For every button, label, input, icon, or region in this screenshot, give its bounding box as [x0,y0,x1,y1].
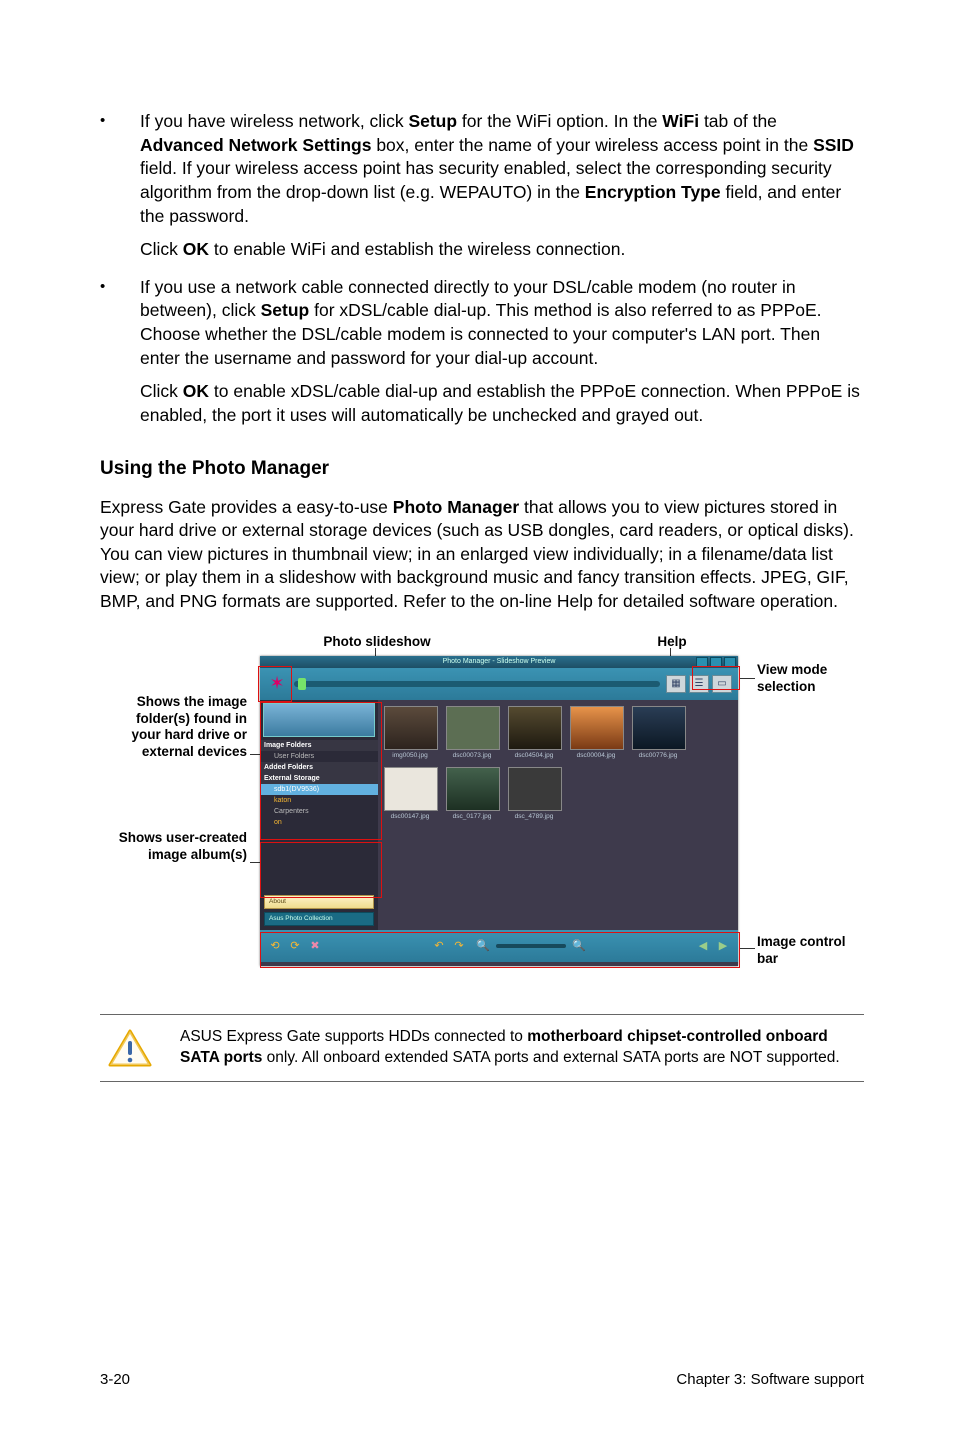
thumbnail-item[interactable]: dsc_0177.jpg [446,767,498,820]
view-list-icon[interactable]: ☰ [689,675,709,693]
pm-thumbnail-grid: img0050.jpg dsc00073.jpg dsc04504.jpg ds… [378,700,738,930]
callout-viewmode: View mode selection [757,662,847,696]
bullet-item: • If you have wireless network, click Se… [100,110,864,262]
delete-icon[interactable]: ✖ [308,939,322,953]
bullet-list: • If you have wireless network, click Se… [100,110,864,428]
sidebar-item[interactable]: sdb1(DV9536) [260,784,378,795]
section-heading: Using the Photo Manager [100,458,864,480]
sidebar-section-added-folders: Added Folders [260,762,378,773]
sidebar-item[interactable]: katon [260,795,378,806]
bullet-2-sub: Click OK to enable xDSL/cable dial-up an… [140,380,864,427]
thumbnail-item[interactable]: dsc00147.jpg [384,767,436,820]
section-body: Express Gate provides a easy-to-use Phot… [100,496,864,614]
page-footer: 3-20 Chapter 3: Software support [100,1371,864,1388]
view-thumbnail-icon[interactable]: ▦ [666,675,686,693]
close-icon[interactable] [724,657,736,667]
slideshow-slider[interactable] [294,681,660,687]
callout-albums: Shows user-created image album(s) [117,830,247,864]
photo-manager-figure: Photo slideshow Help View mode selection… [117,634,847,994]
sidebar-footer: About Asus Photo Collection [260,891,378,930]
footer-page-number: 3-20 [100,1371,130,1388]
thumbnail-item[interactable]: dsc_4789.jpg [508,767,560,820]
callout-slideshow: Photo slideshow [312,634,442,649]
view-single-icon[interactable]: ▭ [712,675,732,693]
sidebar-collection[interactable]: Asus Photo Collection [264,912,374,926]
thumbnail-item[interactable]: dsc00776.jpg [632,706,684,759]
thumbnail-item[interactable]: dsc00073.jpg [446,706,498,759]
sidebar-about[interactable]: About [264,895,374,909]
nav-prev-icon[interactable]: ↶ [432,939,446,953]
zoom-slider[interactable] [496,944,566,948]
callout-help: Help [647,634,697,649]
caution-icon [108,1029,152,1069]
next-page-icon[interactable]: ▶ [716,939,730,953]
rotate-right-icon[interactable]: ⟳ [288,939,302,953]
pm-sidebar: Image Folders User Folders Added Folders… [260,700,378,930]
callout-controlbar: Image control bar [757,934,847,968]
bullet-1-sub: Click OK to enable WiFi and establish th… [140,238,864,262]
thumbnail-item[interactable]: img0050.jpg [384,706,436,759]
caution-text: ASUS Express Gate supports HDDs connecte… [180,1027,864,1069]
sidebar-item[interactable]: on [260,817,378,828]
rotate-left-icon[interactable]: ⟲ [268,939,282,953]
bullet-marker: • [100,110,140,262]
pm-header: ✶ ▦ ☰ ▭ [260,668,738,700]
caution-note: ASUS Express Gate supports HDDs connecte… [100,1014,864,1082]
photo-manager-window: Photo Manager - Slideshow Preview ✶ ▦ ☰ … [260,656,738,966]
view-mode-selector: ▦ ☰ ▭ [666,675,732,693]
thumbnail-item[interactable]: dsc00004.jpg [570,706,622,759]
bullet-1-main: If you have wireless network, click Setu… [140,110,864,228]
footer-chapter: Chapter 3: Software support [676,1371,864,1388]
bullet-marker: • [100,276,140,428]
slideshow-icon[interactable]: ✶ [266,673,288,695]
sidebar-preview-thumb[interactable] [263,703,375,737]
sidebar-item[interactable]: User Folders [260,751,378,762]
pm-titlebar: Photo Manager - Slideshow Preview [260,656,738,668]
thumbnail-item[interactable]: dsc04504.jpg [508,706,560,759]
zoom-in-icon[interactable]: 🔍 [572,939,586,953]
bullet-item: • If you use a network cable connected d… [100,276,864,428]
bullet-2-main: If you use a network cable connected dir… [140,276,864,371]
sidebar-section-image-folders: Image Folders [260,740,378,751]
sidebar-section-external-storage: External Storage [260,773,378,784]
pm-title-text: Photo Manager - Slideshow Preview [443,658,556,665]
minimize-icon[interactable] [696,657,708,667]
nav-next-icon[interactable]: ↷ [452,939,466,953]
prev-page-icon[interactable]: ◀ [696,939,710,953]
zoom-out-icon[interactable]: 🔍 [476,939,490,953]
callout-folders: Shows the image folder(s) found in your … [117,694,247,762]
maximize-icon[interactable] [710,657,722,667]
sidebar-item[interactable]: Carpenters [260,806,378,817]
image-control-bar: ⟲ ⟳ ✖ ↶ ↷ 🔍 🔍 ◀ ▶ [260,930,738,962]
